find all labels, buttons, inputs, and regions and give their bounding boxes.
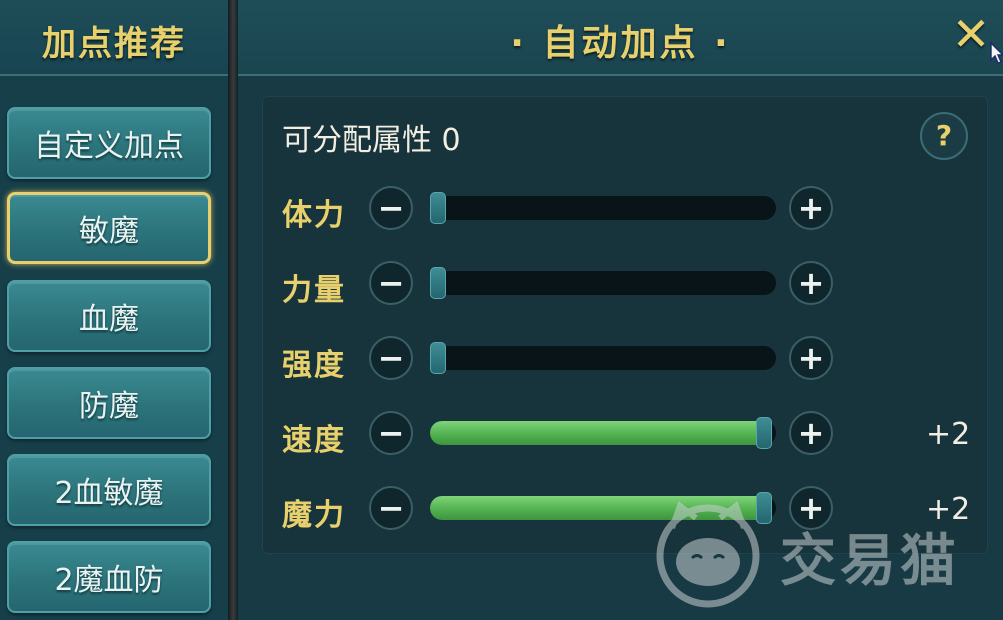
stat-slider[interactable] bbox=[430, 267, 776, 299]
help-button[interactable]: ? bbox=[920, 112, 968, 160]
preset-custom-button[interactable]: 自定义加点 bbox=[7, 107, 211, 179]
watermark: 交易猫 bbox=[650, 498, 990, 608]
minus-button[interactable]: − bbox=[369, 261, 413, 305]
slider-handle[interactable] bbox=[756, 417, 772, 449]
stat-name: 强度 bbox=[282, 348, 346, 383]
plus-button[interactable]: + bbox=[789, 186, 833, 230]
slider-handle[interactable] bbox=[430, 192, 446, 224]
stat-slider[interactable] bbox=[430, 192, 776, 224]
stat-slider[interactable] bbox=[430, 417, 776, 449]
auto-allocate-title: · 自动加点 · bbox=[510, 23, 731, 64]
stat-name: 体力 bbox=[282, 198, 346, 233]
plus-button[interactable]: + bbox=[789, 261, 833, 305]
plus-button[interactable]: + bbox=[789, 336, 833, 380]
stat-row: 强度 − + bbox=[0, 334, 1003, 384]
stat-bonus: +2 bbox=[926, 417, 971, 452]
watermark-text: 交易猫 bbox=[780, 529, 960, 594]
close-button[interactable]: ✕ bbox=[949, 11, 993, 57]
slider-handle[interactable] bbox=[430, 342, 446, 374]
stat-row: 速度 − + +2 bbox=[0, 409, 1003, 459]
available-points-label: 可分配属性 0 bbox=[282, 123, 461, 158]
plus-button[interactable]: + bbox=[789, 411, 833, 455]
stat-slider[interactable] bbox=[430, 342, 776, 374]
preset-panel-header: 加点推荐 bbox=[0, 0, 228, 76]
minus-button[interactable]: − bbox=[369, 336, 413, 380]
cat-logo-icon bbox=[656, 501, 760, 608]
minus-button[interactable]: − bbox=[369, 486, 413, 530]
stat-name: 魔力 bbox=[282, 498, 346, 533]
slider-fill bbox=[430, 421, 770, 445]
preset-2mo-xue-fang-button[interactable]: 2魔血防 bbox=[7, 541, 211, 613]
slider-handle[interactable] bbox=[430, 267, 446, 299]
stat-name: 力量 bbox=[282, 273, 346, 308]
preset-panel-title: 加点推荐 bbox=[42, 24, 186, 64]
mouse-cursor-icon bbox=[990, 42, 1003, 64]
stat-row: 力量 − + bbox=[0, 259, 1003, 309]
stat-name: 速度 bbox=[282, 423, 346, 458]
minus-button[interactable]: − bbox=[369, 186, 413, 230]
stat-row: 体力 − + bbox=[0, 184, 1003, 234]
minus-button[interactable]: − bbox=[369, 411, 413, 455]
auto-allocate-header: · 自动加点 · ✕ bbox=[238, 0, 1003, 76]
